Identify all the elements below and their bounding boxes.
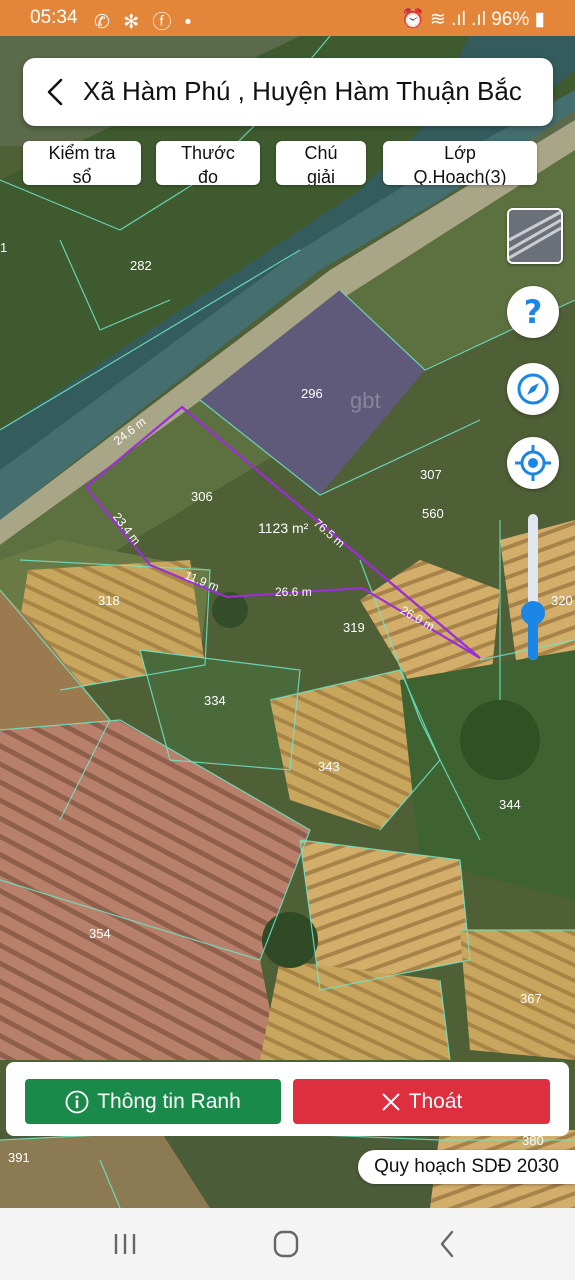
location-header: Xã Hàm Phú , Huyện Hàm Thuận Bắc: [23, 58, 553, 126]
home-icon[interactable]: [266, 1226, 306, 1262]
parcel-label: 334: [204, 693, 226, 708]
system-status: ⏰ ≋ .ıl .ıl 96% ▮: [401, 7, 545, 31]
notification-icons: ✆ ✻ ⓕ •: [94, 12, 196, 33]
legend-label-line2: giải: [306, 167, 336, 185]
map-watermark: gbt: [350, 388, 381, 413]
back-nav-icon[interactable]: [428, 1226, 468, 1262]
my-location-button[interactable]: [507, 437, 559, 489]
exit-button[interactable]: Thoát: [293, 1079, 550, 1124]
base-map-thumbnail[interactable]: [507, 208, 563, 264]
satellite-background: [0, 36, 575, 1208]
parcel-label: 367: [520, 991, 542, 1006]
back-arrow-icon[interactable]: [41, 76, 71, 108]
status-time: 05:34: [30, 7, 78, 28]
planning-layer-label-line1: Lớp: [444, 143, 476, 163]
check-book-label-line2: sổ: [72, 167, 92, 185]
help-button[interactable]: ?: [507, 286, 559, 338]
battery-icon: ▮: [534, 9, 545, 30]
parcel-label: 391: [8, 1150, 30, 1165]
parcel-label: 282: [130, 258, 152, 273]
parcel-label: 354: [89, 926, 111, 941]
parcel-label: 560: [422, 506, 444, 521]
parcel-label: 307: [420, 467, 442, 482]
legend-button[interactable]: Chú giải: [276, 141, 366, 185]
parcel-label: 1: [0, 240, 8, 255]
parcel-label: 344: [499, 797, 521, 812]
question-icon: ?: [524, 293, 543, 331]
status-bar: 05:34 ✆ ✻ ⓕ • ⏰ ≋ .ıl .ıl 96% ▮: [0, 0, 575, 36]
parcel-label: 343: [318, 759, 340, 774]
battery-level: 96%: [491, 9, 530, 30]
map-view[interactable]: gbt 282 296 306 307 560 318 319 320 334 …: [0, 36, 575, 1208]
ruler-label-line2: đo: [197, 167, 219, 185]
system-nav-bar: [0, 1208, 575, 1280]
exit-label: Thoát: [408, 1089, 463, 1113]
check-book-button[interactable]: Kiểm tra sổ: [23, 141, 141, 185]
recent-apps-icon[interactable]: [105, 1226, 145, 1262]
parcel-label: 306: [191, 489, 213, 504]
planning-layer-button[interactable]: Lớp Q.Hoach(3): [383, 141, 537, 185]
planning-period-chip[interactable]: Quy hoạch SDĐ 2030: [358, 1150, 575, 1184]
parcel-label: 319: [343, 620, 365, 635]
locate-icon: [515, 445, 551, 481]
measurement-label: 26.6 m: [275, 585, 312, 599]
parcel-label: 296: [301, 386, 323, 401]
legend-label-line1: Chú: [304, 143, 338, 163]
opacity-slider-handle[interactable]: [521, 601, 545, 625]
close-icon: [381, 1092, 400, 1111]
compass-button[interactable]: [507, 363, 559, 415]
check-book-label-line1: Kiểm tra: [48, 143, 116, 163]
compass-icon: [517, 373, 549, 405]
boundary-info-label: Thông tin Ranh: [97, 1089, 241, 1113]
boundary-info-button[interactable]: Thông tin Ranh: [25, 1079, 281, 1124]
parcel-label: 318: [98, 593, 120, 608]
location-title: Xã Hàm Phú , Huyện Hàm Thuận Bắc: [83, 76, 522, 106]
parcel-label: 320: [551, 593, 573, 608]
planning-layer-label-line2: Q.Hoach(3): [413, 167, 507, 185]
area-label: 1123 m²: [258, 520, 309, 536]
info-icon: [65, 1090, 89, 1113]
signal-icons: ⏰ ≋ .ıl .ıl: [400, 9, 486, 30]
ruler-button[interactable]: Thước đo: [156, 141, 260, 185]
ruler-label-line1: Thước: [181, 143, 235, 163]
svg-text:?: ?: [524, 293, 543, 331]
